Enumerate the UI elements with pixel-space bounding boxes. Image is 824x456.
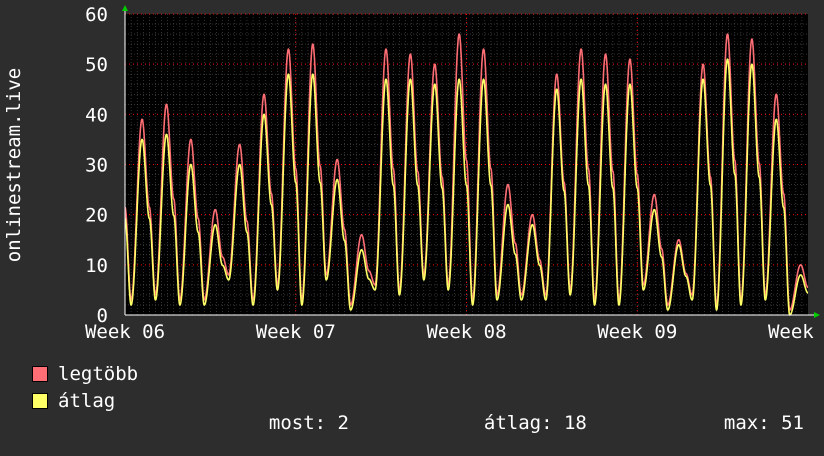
stat-atlag: átlag: 18 <box>461 390 587 434</box>
legend-swatch-atlag <box>32 393 48 409</box>
stat-atlag-value: 18 <box>563 412 587 434</box>
y-tick-label: 50 <box>85 54 108 76</box>
stat-max: max: 51 <box>701 390 804 434</box>
stat-atlag-label: átlag: <box>483 412 553 434</box>
stat-most-value: 2 <box>337 412 349 434</box>
y-tick-label: 60 <box>85 4 108 26</box>
stat-max-label: max: <box>723 412 770 434</box>
legend-swatch-legtobb <box>32 366 48 382</box>
y-tick-label: 40 <box>85 104 108 126</box>
y-axis-arrow <box>122 5 128 11</box>
x-tick-label: Week 10 <box>768 321 824 343</box>
x-axis-arrow <box>814 312 820 318</box>
y-axis-label: onlinestream.live <box>3 68 25 262</box>
legend-item-legtobb: legtöbb <box>32 363 138 385</box>
y-tick-label: 10 <box>85 255 108 277</box>
x-tick-label: Week 06 <box>85 321 165 343</box>
y-tick-label: 20 <box>85 205 108 227</box>
stat-most: most: 2 <box>246 390 349 434</box>
stat-max-value: 51 <box>781 412 804 434</box>
legend-label-atlag: átlag <box>58 390 116 412</box>
y-tick-label: 30 <box>85 155 108 177</box>
x-tick-label: Week 07 <box>256 321 336 343</box>
legend-item-atlag: átlag <box>32 390 115 412</box>
x-tick-label: Week 08 <box>426 321 506 343</box>
x-tick-label: Week 09 <box>597 321 677 343</box>
stat-most-label: most: <box>268 412 327 434</box>
legend-label-legtobb: legtöbb <box>58 363 139 385</box>
